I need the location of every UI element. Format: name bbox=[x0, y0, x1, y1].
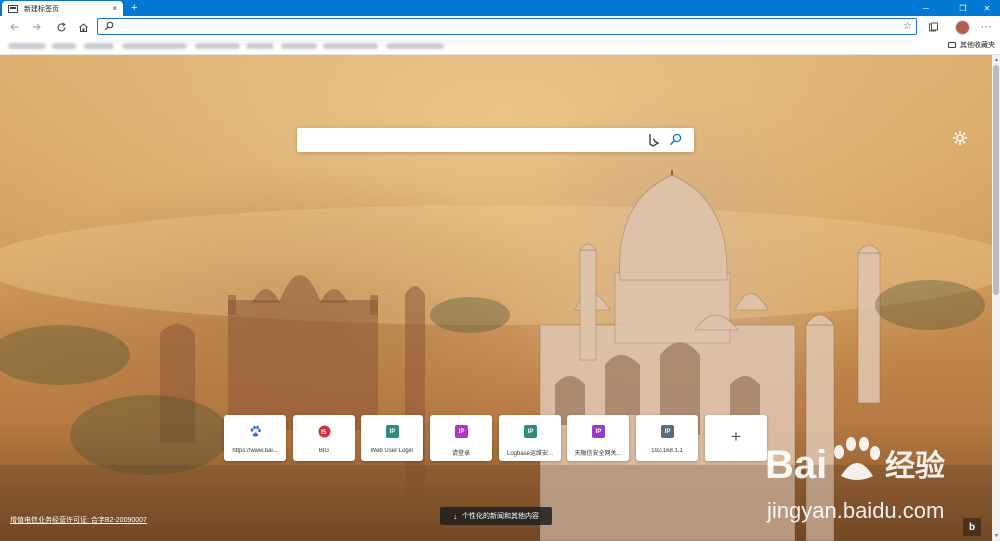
favorites-bar: 其他收藏夹 bbox=[0, 38, 1000, 55]
tab-close-button[interactable]: × bbox=[112, 4, 117, 13]
down-arrow-icon: ↓ bbox=[453, 511, 457, 521]
ip-tile-icon: IP bbox=[524, 425, 537, 438]
quick-link-topsec-gateway[interactable]: IP 天融信安全网关... bbox=[567, 415, 629, 461]
quick-link-login[interactable]: IP 请登录 bbox=[430, 415, 492, 461]
favorite-item[interactable] bbox=[8, 43, 46, 49]
baidu-paw-icon bbox=[250, 425, 261, 437]
new-tab-button[interactable]: + bbox=[131, 1, 137, 15]
favorite-item[interactable] bbox=[323, 43, 378, 49]
quick-link-big[interactable]: f5 BIG bbox=[293, 415, 355, 461]
back-button[interactable] bbox=[6, 19, 22, 35]
tab-title: 新建标签页 bbox=[24, 5, 59, 13]
profile-avatar[interactable] bbox=[955, 20, 970, 35]
ip-tile-icon: IP bbox=[455, 425, 468, 438]
quick-link-web-user-login[interactable]: IP Web User Login bbox=[361, 415, 423, 461]
toolbar: ☆ ··· bbox=[0, 16, 1000, 38]
other-favorites[interactable]: 其他收藏夹 bbox=[948, 40, 995, 50]
other-favorites-label: 其他收藏夹 bbox=[960, 42, 995, 49]
quick-link-label: Web User Login bbox=[370, 448, 414, 454]
page-scrollbar[interactable]: ▲ ▼ bbox=[992, 55, 1000, 541]
settings-menu-button[interactable]: ··· bbox=[978, 19, 994, 35]
web-search-input[interactable] bbox=[307, 133, 637, 147]
svg-text:经验: 经验 bbox=[885, 449, 945, 484]
address-bar[interactable]: ☆ bbox=[97, 18, 917, 35]
news-button-label: 个性化的新闻和其他内容 bbox=[462, 513, 539, 520]
forward-arrow-icon bbox=[33, 23, 41, 31]
quick-link-label: 192.168.1.1 bbox=[651, 448, 683, 454]
favorite-item[interactable] bbox=[246, 43, 274, 49]
tab-new-tab-page[interactable]: 新建标签页 × bbox=[2, 1, 123, 16]
scroll-up-icon[interactable]: ▲ bbox=[994, 57, 999, 63]
web-search-box[interactable] bbox=[297, 128, 694, 152]
license-link[interactable]: 增值电信业务经营许可证: 合字B2-20090007 bbox=[10, 515, 147, 525]
quick-link-label: Logbase运维安... bbox=[506, 451, 554, 457]
minimize-button[interactable]: ─ bbox=[916, 0, 936, 16]
gear-icon[interactable] bbox=[950, 128, 970, 148]
maximize-button[interactable]: ❐ bbox=[953, 0, 973, 16]
favorite-item[interactable] bbox=[195, 43, 240, 49]
svg-text:jingyan.baidu.com: jingyan.baidu.com bbox=[766, 498, 944, 523]
address-input[interactable] bbox=[118, 20, 878, 33]
f5-logo-icon: f5 bbox=[318, 425, 331, 438]
favorite-item[interactable] bbox=[122, 43, 187, 49]
folder-icon bbox=[948, 42, 956, 48]
collections-button[interactable] bbox=[925, 19, 941, 35]
svg-text:f5: f5 bbox=[321, 430, 327, 436]
favorite-item[interactable] bbox=[84, 43, 114, 49]
home-icon bbox=[78, 22, 88, 32]
home-button[interactable] bbox=[75, 19, 91, 35]
plus-icon: + bbox=[731, 427, 741, 446]
new-tab-background: https://www.bai... f5 BIG IP Web User Lo… bbox=[0, 55, 992, 541]
quick-link-192-168-1-1[interactable]: IP 192.168.1.1 bbox=[636, 415, 698, 461]
ip-tile-icon: IP bbox=[386, 425, 399, 438]
search-icon[interactable] bbox=[669, 133, 682, 146]
ip-tile-icon: IP bbox=[592, 425, 605, 438]
refresh-button[interactable] bbox=[53, 19, 69, 35]
quick-link-label: BIG bbox=[318, 448, 330, 454]
favorite-star-icon[interactable]: ☆ bbox=[903, 20, 912, 33]
ip-tile-icon: IP bbox=[661, 425, 674, 438]
tab-page-icon bbox=[8, 4, 18, 13]
quick-link-baidu[interactable]: https://www.bai... bbox=[224, 415, 286, 461]
favorite-item[interactable] bbox=[386, 43, 444, 49]
baidu-jingyan-watermark: Bai 经验 jingyan.baidu.com bbox=[765, 437, 945, 523]
bing-logo-icon bbox=[649, 134, 660, 147]
quick-link-logbase[interactable]: IP Logbase运维安... bbox=[499, 415, 561, 461]
search-icon bbox=[104, 21, 114, 31]
personalized-news-button[interactable]: ↓ 个性化的新闻和其他内容 bbox=[440, 507, 552, 525]
close-window-button[interactable]: ✕ bbox=[977, 0, 997, 16]
quick-link-label: 天融信安全网关... bbox=[574, 451, 622, 457]
favorite-item[interactable] bbox=[52, 43, 76, 49]
back-arrow-icon bbox=[10, 23, 18, 31]
scrollbar-thumb[interactable] bbox=[993, 65, 999, 295]
add-quick-link-button[interactable]: + bbox=[705, 415, 767, 461]
forward-button[interactable] bbox=[29, 19, 45, 35]
refresh-icon bbox=[56, 22, 66, 31]
scroll-down-icon[interactable]: ▼ bbox=[994, 533, 999, 539]
svg-text:Bai: Bai bbox=[765, 443, 827, 487]
quick-link-label: 请登录 bbox=[451, 451, 470, 457]
tab-strip: 新建标签页 × + ─ ❐ ✕ bbox=[0, 0, 1000, 16]
quick-link-label: https://www.bai... bbox=[232, 448, 278, 454]
favorite-item[interactable] bbox=[281, 43, 317, 49]
collections-icon bbox=[928, 22, 938, 31]
